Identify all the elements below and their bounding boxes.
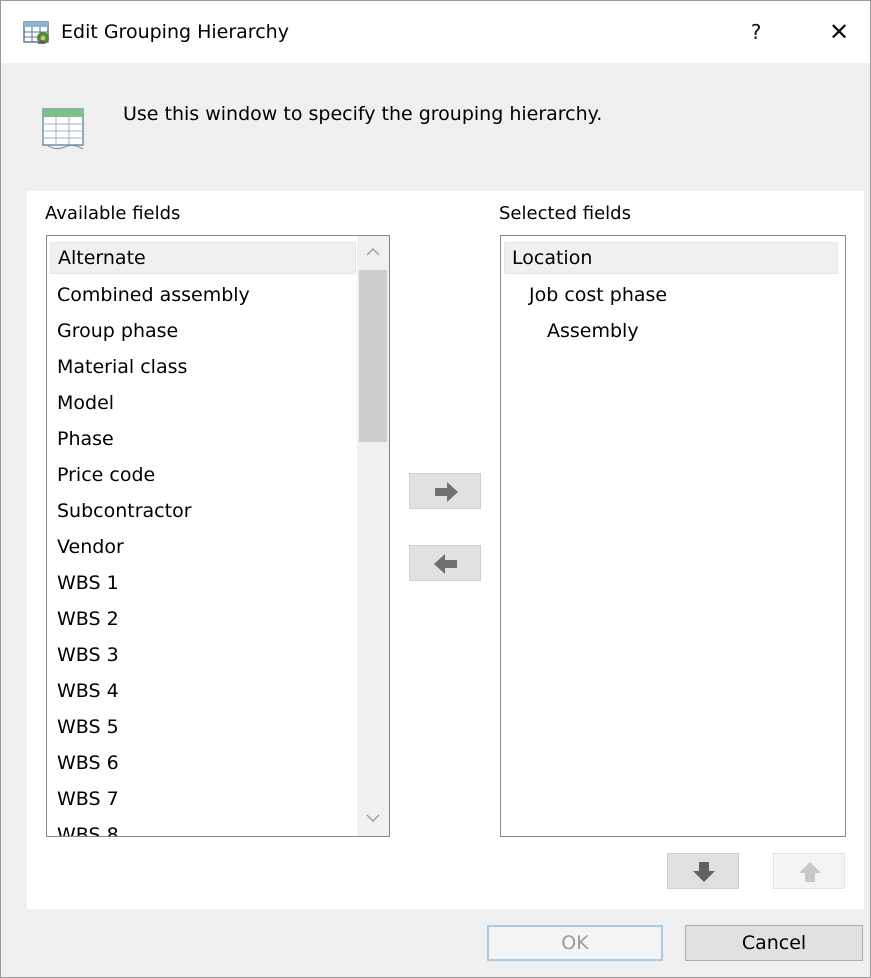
- close-button[interactable]: ✕: [809, 9, 869, 55]
- list-item-wbs-5[interactable]: WBS 5: [57, 716, 119, 738]
- edit-grouping-hierarchy-dialog: Edit Grouping Hierarchy ? ✕ Use this win…: [0, 0, 871, 978]
- list-item-combined-assembly[interactable]: Combined assembly: [57, 284, 250, 306]
- list-item-wbs-1[interactable]: WBS 1: [57, 572, 119, 594]
- list-item-vendor[interactable]: Vendor: [57, 536, 124, 558]
- list-item-wbs-7[interactable]: WBS 7: [57, 788, 119, 810]
- chevron-down-icon[interactable]: [357, 804, 389, 834]
- list-item-group-phase[interactable]: Group phase: [57, 320, 178, 342]
- selected-fields-list[interactable]: Location Job cost phase Assembly: [500, 235, 846, 837]
- grouping-app-icon: [23, 19, 53, 47]
- list-item-wbs-2[interactable]: WBS 2: [57, 608, 119, 630]
- selected-item-assembly[interactable]: Assembly: [547, 320, 639, 342]
- selected-item-job-cost-phase[interactable]: Job cost phase: [529, 284, 667, 306]
- remove-field-button[interactable]: [409, 545, 481, 581]
- list-item-subcontractor[interactable]: Subcontractor: [57, 500, 192, 522]
- instructions-text: Use this window to specify the grouping …: [123, 103, 603, 125]
- list-item-alternate[interactable]: Alternate: [50, 242, 356, 274]
- available-list-scrollbar[interactable]: [357, 236, 389, 836]
- selected-item-location[interactable]: Location: [504, 242, 838, 274]
- available-fields-list[interactable]: Alternate Combined assembly Group phase …: [46, 235, 390, 837]
- move-down-button[interactable]: [667, 853, 739, 889]
- move-up-button[interactable]: [773, 853, 845, 889]
- grid-table-icon: [41, 107, 89, 151]
- scroll-thumb[interactable]: [359, 270, 387, 442]
- available-fields-label: Available fields: [45, 203, 181, 224]
- list-item-model[interactable]: Model: [57, 392, 114, 414]
- selected-fields-label: Selected fields: [499, 203, 631, 224]
- ok-button[interactable]: OK: [487, 925, 663, 961]
- title-bar[interactable]: Edit Grouping Hierarchy ? ✕: [1, 1, 870, 63]
- cancel-button[interactable]: Cancel: [685, 925, 863, 961]
- header-area: Use this window to specify the grouping …: [1, 63, 870, 191]
- list-item-wbs-3[interactable]: WBS 3: [57, 644, 119, 666]
- list-item-phase[interactable]: Phase: [57, 428, 114, 450]
- add-field-button[interactable]: [409, 473, 481, 509]
- list-item-price-code[interactable]: Price code: [57, 464, 155, 486]
- list-item-wbs-6[interactable]: WBS 6: [57, 752, 119, 774]
- help-button[interactable]: ?: [731, 9, 781, 55]
- list-item-wbs-8[interactable]: WBS 8: [57, 824, 119, 836]
- list-item-material-class[interactable]: Material class: [57, 356, 187, 378]
- chevron-up-icon[interactable]: [357, 238, 389, 268]
- window-title: Edit Grouping Hierarchy: [61, 21, 289, 43]
- list-item-wbs-4[interactable]: WBS 4: [57, 680, 119, 702]
- content-panel: Available fields Selected fields Alterna…: [27, 191, 864, 909]
